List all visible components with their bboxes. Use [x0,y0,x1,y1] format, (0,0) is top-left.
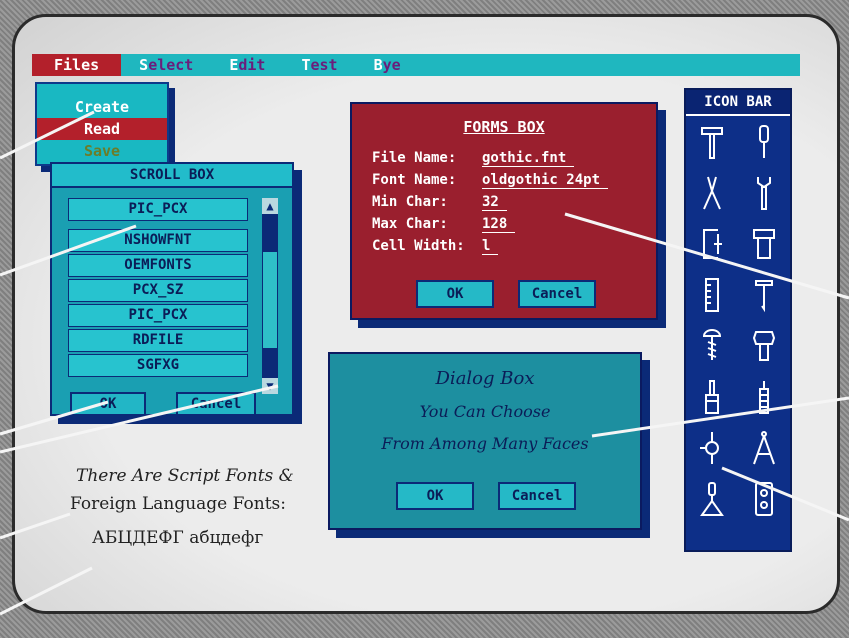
list-item-selected[interactable]: PIC_PCX [68,198,248,221]
c-clamp-icon[interactable] [686,218,738,269]
forms-box-title: FORMS BOX [463,118,545,136]
list-item[interactable]: RDFILE [68,329,248,352]
menu-test-label: est [310,56,338,74]
menu-files[interactable]: Files [32,54,122,76]
wrench-icon[interactable] [738,167,790,218]
form-row-cell-width: Cell Width: l [372,238,499,255]
cyrillic-sample-text: АБЦДЕФГ абцдефг [92,528,264,548]
field-label: File Name: [372,150,457,166]
min-char-field[interactable]: 32 [482,194,507,211]
menu-item-create[interactable]: Create [37,96,167,118]
list-item[interactable]: PIC_PCX [68,304,248,327]
paintbrush-icon[interactable] [686,371,738,422]
list-item[interactable]: NSHOWFNT [68,229,248,252]
scrollbar-thumb[interactable] [263,252,277,348]
font-name-field[interactable]: oldgothic 24pt [482,172,609,189]
list-item[interactable]: SGFXG [68,354,248,377]
menu-bar: Files Select Edit Test Bye [32,54,800,76]
file-list: PIC_PCX NSHOWFNT OEMFONTS PCX_SZ PIC_PCX… [68,198,248,379]
hammer-icon[interactable] [686,116,738,167]
form-row-max-char: Max Char: 128 [372,216,516,233]
compass-icon[interactable] [738,422,790,473]
cell-width-field[interactable]: l [482,238,499,255]
menu-bye[interactable]: Bye [356,54,419,76]
icon-bar-title: ICON BAR [686,90,790,116]
menu-select-hotkey: S [139,56,149,74]
icon-bar: ICON BAR [684,88,792,552]
icon-grid [686,116,790,524]
scroll-cancel-button[interactable]: Cancel [176,392,256,416]
field-label: Font Name: [372,172,457,188]
dialog-box: Dialog Box You Can Choose From Among Man… [328,352,642,530]
script-font-text-line-1: There Are Script Fonts & [76,466,294,486]
menu-edit-label: dit [238,56,266,74]
forms-box: FORMS BOX File Name: gothic.fnt Font Name… [350,102,658,320]
max-char-field[interactable]: 128 [482,216,516,233]
scroll-box: SCROLL BOX PIC_PCX NSHOWFNT OEMFONTS PCX… [50,162,294,416]
ruler-icon[interactable] [686,269,738,320]
menu-files-label: Files [54,56,100,74]
vise-icon[interactable] [738,218,790,269]
list-item[interactable]: OEMFONTS [68,254,248,277]
list-item[interactable]: PCX_SZ [68,279,248,302]
forms-cancel-button[interactable]: Cancel [518,280,596,308]
menu-select-label: elect [148,56,194,74]
scroll-up-arrow-icon[interactable]: ▲ [262,198,278,214]
form-row-font-name: Font Name: oldgothic 24pt [372,172,609,189]
screw-icon[interactable] [686,320,738,371]
menu-bye-hotkey: B [373,56,383,74]
menu-bye-label: ye [382,56,401,74]
form-row-min-char: Min Char: 32 [372,194,507,211]
field-label: Cell Width: [372,238,465,254]
file-name-field[interactable]: gothic.fnt [482,150,575,167]
bolt-icon[interactable] [738,320,790,371]
dialog-text-line-2: From Among Many Faces [381,434,589,453]
dialog-ok-button[interactable]: OK [396,482,474,510]
scroll-ok-button[interactable]: OK [70,392,146,416]
files-dropdown: Create Read Save [35,82,169,166]
dialog-title: Dialog Box [435,368,535,389]
scroll-down-arrow-icon[interactable]: ▼ [262,378,278,394]
menu-item-read[interactable]: Read [37,118,167,140]
menu-test-hotkey: T [301,56,311,74]
forms-ok-button[interactable]: OK [416,280,494,308]
form-row-file-name: File Name: gothic.fnt [372,150,575,167]
menu-edit[interactable]: Edit [211,54,283,76]
menu-item-save[interactable]: Save [37,140,167,162]
scroll-box-title: SCROLL BOX [52,164,292,188]
dialog-text-line-1: You Can Choose [419,402,551,421]
screwdriver-icon[interactable] [738,116,790,167]
field-label: Max Char: [372,216,448,232]
outlet-icon[interactable] [738,473,790,524]
menu-select[interactable]: Select [121,54,211,76]
pliers-icon[interactable] [686,167,738,218]
file-rasp-icon[interactable] [738,371,790,422]
script-font-text-line-2: Foreign Language Fonts: [70,494,286,514]
trowel-icon[interactable] [686,473,738,524]
nail-icon[interactable] [738,269,790,320]
dialog-cancel-button[interactable]: Cancel [498,482,576,510]
field-label: Min Char: [372,194,448,210]
hand-drill-icon[interactable] [686,422,738,473]
menu-test[interactable]: Test [283,54,355,76]
